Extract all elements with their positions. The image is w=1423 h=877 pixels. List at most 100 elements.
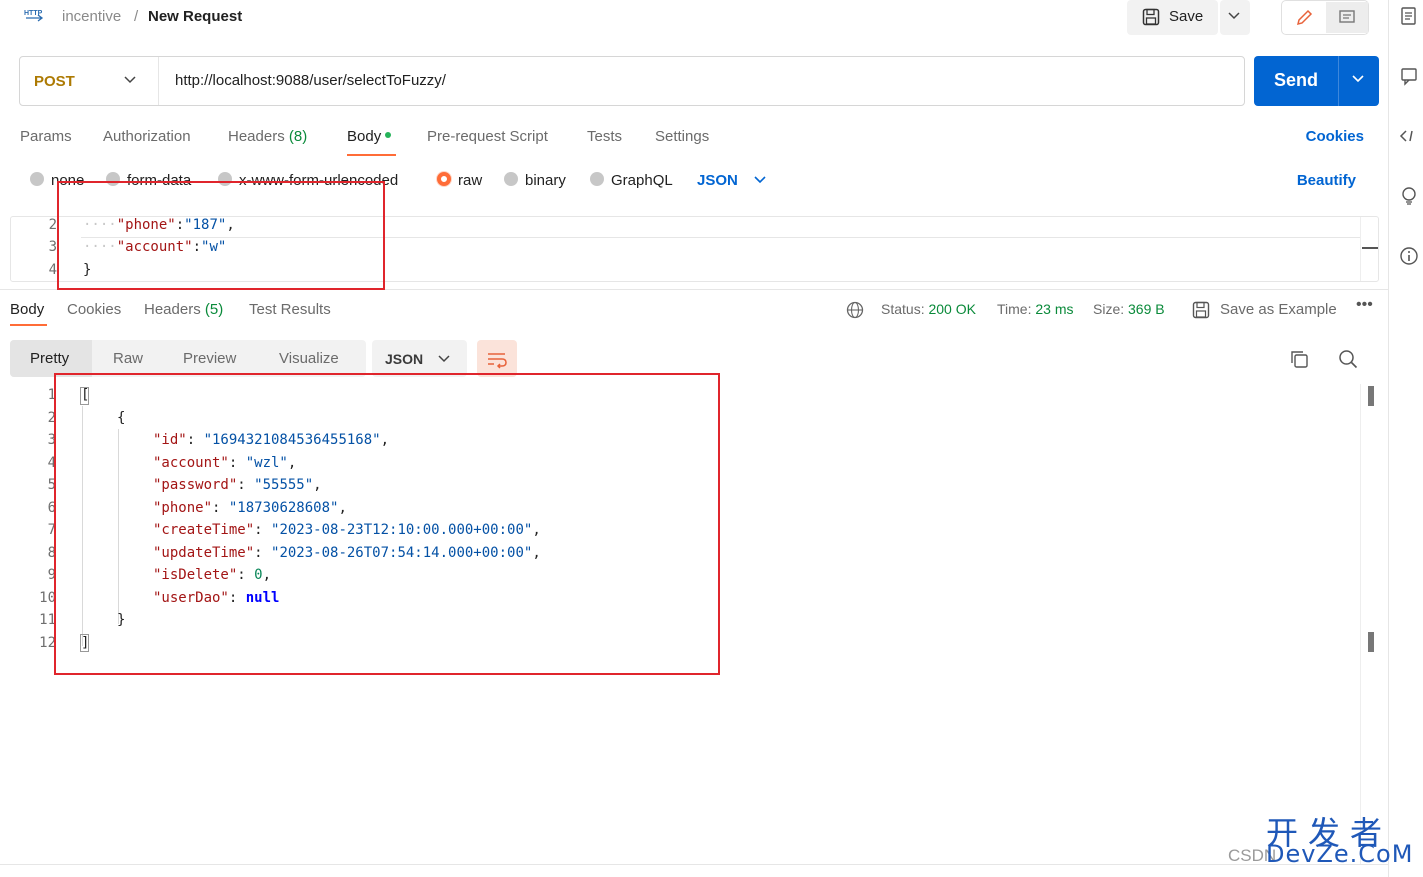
- tab-tests[interactable]: Tests: [587, 128, 622, 145]
- time-value: 23 ms: [1035, 301, 1074, 317]
- http-icon: HTTP: [24, 6, 48, 26]
- time-readout: Time: 23 ms: [997, 301, 1074, 317]
- url-bar: POST: [19, 56, 1245, 106]
- send-button[interactable]: Send: [1254, 56, 1379, 106]
- line-number: 3: [48, 239, 57, 255]
- divider: [1338, 56, 1339, 106]
- breadcrumb-separator: /: [134, 8, 139, 25]
- cookies-link[interactable]: Cookies: [1306, 128, 1364, 145]
- line-number: 4: [48, 262, 57, 278]
- view-mode-toggle: [1281, 0, 1369, 35]
- edit-mode-button[interactable]: [1283, 2, 1325, 33]
- radio-graphql[interactable]: GraphQL: [590, 172, 673, 189]
- line-number: 8: [47, 544, 56, 561]
- chevron-down-icon[interactable]: [124, 76, 136, 84]
- radio-raw[interactable]: raw: [437, 172, 482, 189]
- active-tab-underline: [347, 154, 396, 156]
- radio-dot: [30, 172, 44, 187]
- size-readout: Size: 369 B: [1093, 301, 1165, 317]
- line-number: 12: [39, 634, 56, 651]
- chevron-down-icon: [1228, 12, 1240, 20]
- line-number: 9: [47, 567, 56, 583]
- scrollbar-thumb[interactable]: [1368, 386, 1374, 406]
- chevron-down-icon: [438, 355, 450, 363]
- resp-tab-cookies[interactable]: Cookies: [67, 301, 121, 318]
- line-number: 4: [47, 454, 56, 471]
- wrap-lines-icon: [488, 353, 507, 369]
- resp-tab-body[interactable]: Body: [10, 301, 44, 318]
- editor-scrollbar[interactable]: [1360, 384, 1380, 864]
- tab-headers-label: Headers: [228, 128, 285, 145]
- view-pretty-button[interactable]: Pretty: [10, 340, 92, 377]
- radio-binary[interactable]: binary: [504, 172, 566, 189]
- active-tab-underline: [10, 324, 47, 326]
- floppy-icon: [1142, 8, 1160, 26]
- more-options-button[interactable]: •••: [1356, 296, 1373, 314]
- breadcrumb-collection[interactable]: incentive: [62, 8, 121, 25]
- documentation-icon[interactable]: [1399, 6, 1419, 26]
- code-icon[interactable]: [1399, 126, 1419, 146]
- resp-tab-test-results[interactable]: Test Results: [249, 301, 331, 318]
- beautify-link[interactable]: Beautify: [1297, 172, 1356, 189]
- status-value: 200 OK: [928, 301, 976, 317]
- tab-prerequest-script[interactable]: Pre-request Script: [427, 128, 548, 145]
- tab-params[interactable]: Params: [20, 128, 72, 145]
- wrap-lines-button[interactable]: [477, 340, 517, 377]
- radio-binary-label: binary: [525, 172, 566, 189]
- globe-icon[interactable]: [846, 301, 864, 319]
- copy-icon[interactable]: [1289, 349, 1309, 369]
- chevron-down-icon[interactable]: [754, 176, 766, 184]
- status-bar-border: [0, 864, 1388, 865]
- body-indicator-dot: [385, 132, 392, 139]
- response-format-select[interactable]: JSON: [372, 340, 467, 377]
- line-number: 7: [47, 522, 56, 538]
- method-select[interactable]: POST: [34, 73, 75, 90]
- response-view-toggle: Pretty Raw Preview Visualize: [10, 340, 366, 377]
- chevron-down-icon[interactable]: [1352, 75, 1364, 83]
- floppy-icon: [1192, 301, 1210, 319]
- radio-raw-label: raw: [458, 172, 483, 189]
- editor-scrollbar[interactable]: [1360, 217, 1378, 281]
- tab-settings[interactable]: Settings: [655, 128, 709, 145]
- request-tabs: Params Authorization Headers (8) Body Pr…: [0, 124, 1388, 158]
- line-number: 3: [47, 432, 56, 448]
- url-input[interactable]: [175, 72, 1175, 89]
- watermark-domain: DevZe.CoM: [1266, 840, 1414, 868]
- lightbulb-icon[interactable]: [1399, 186, 1419, 206]
- time-label: Time:: [997, 301, 1032, 317]
- line-number: 2: [47, 409, 56, 426]
- line-number: 1: [47, 387, 56, 403]
- scrollbar-thumb[interactable]: [1362, 247, 1378, 249]
- resp-tab-headers[interactable]: Headers (5): [144, 301, 223, 318]
- body-format-select[interactable]: JSON: [697, 172, 738, 189]
- search-icon[interactable]: [1338, 349, 1358, 369]
- scrollbar-thumb[interactable]: [1368, 632, 1374, 652]
- tab-body[interactable]: Body: [347, 128, 392, 145]
- send-label: Send: [1274, 70, 1319, 90]
- view-raw-button[interactable]: Raw: [113, 340, 143, 377]
- top-bar: HTTP incentive / New Request Save: [0, 0, 1388, 36]
- line-number: 11: [39, 612, 56, 628]
- radio-dot: [590, 172, 604, 187]
- save-dropdown-button[interactable]: [1220, 0, 1250, 35]
- resp-tab-headers-label: Headers: [144, 301, 201, 318]
- pencil-icon: [1296, 9, 1313, 26]
- right-sidebar: [1388, 0, 1423, 877]
- view-preview-button[interactable]: Preview: [183, 340, 236, 377]
- comment-icon[interactable]: [1399, 66, 1419, 86]
- tab-authorization[interactable]: Authorization: [103, 128, 191, 145]
- view-visualize-button[interactable]: Visualize: [279, 340, 339, 377]
- comment-icon: [1339, 10, 1355, 23]
- status-label: Status:: [881, 301, 925, 317]
- save-as-example-button[interactable]: Save as Example: [1220, 301, 1337, 318]
- save-button[interactable]: Save: [1127, 0, 1218, 35]
- divider: [158, 57, 159, 105]
- tab-body-label: Body: [347, 128, 382, 145]
- tab-headers[interactable]: Headers (8): [228, 128, 307, 145]
- request-name[interactable]: New Request: [148, 8, 242, 25]
- comments-button[interactable]: [1326, 2, 1368, 33]
- line-number: 10: [39, 589, 56, 606]
- info-icon[interactable]: [1399, 246, 1419, 266]
- radio-graphql-label: GraphQL: [611, 172, 673, 189]
- line-number: 2: [48, 217, 57, 233]
